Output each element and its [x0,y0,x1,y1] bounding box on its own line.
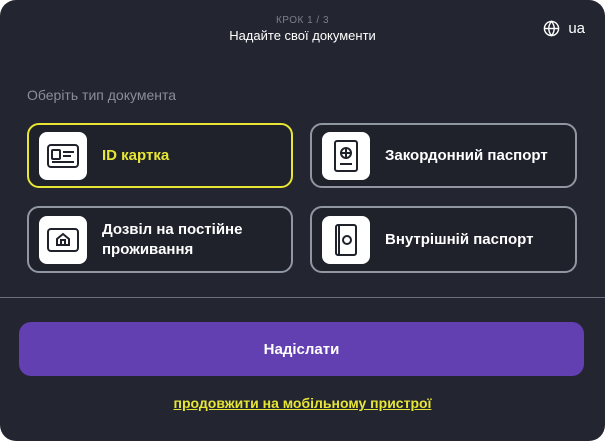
document-option-foreign-passport[interactable]: Закордонний паспорт [310,123,577,188]
divider [0,297,605,298]
document-option-internal-passport[interactable]: Внутрішній паспорт [310,206,577,273]
residence-permit-icon [39,215,87,264]
document-option-residence-permit[interactable]: Дозвіл на постійне проживання [27,206,293,273]
document-option-label: Внутрішній паспорт [385,230,534,248]
globe-icon [543,20,560,37]
language-selector[interactable]: ua [543,20,585,37]
document-option-label: Закордонний паспорт [385,146,548,164]
document-option-id-card[interactable]: ID картка [27,123,293,188]
page-title: Надайте свої документи [229,28,376,43]
document-option-label: ID картка [102,146,170,164]
submit-button[interactable]: Надіслати [19,322,584,376]
step-indicator: КРОК 1 / 3 [275,15,330,26]
continue-on-mobile-link[interactable]: продовжити на мобільному пристрої [0,395,605,411]
internal-passport-icon [322,215,370,264]
section-label: Оберіть тип документа [27,87,176,103]
language-code: ua [568,20,585,37]
passport-icon [322,131,370,180]
document-selection-modal: КРОК 1 / 3 Надайте свої документи ua Обе… [0,0,605,441]
document-option-label: Дозвіл на постійне проживання [102,220,243,258]
id-card-icon [39,131,87,180]
